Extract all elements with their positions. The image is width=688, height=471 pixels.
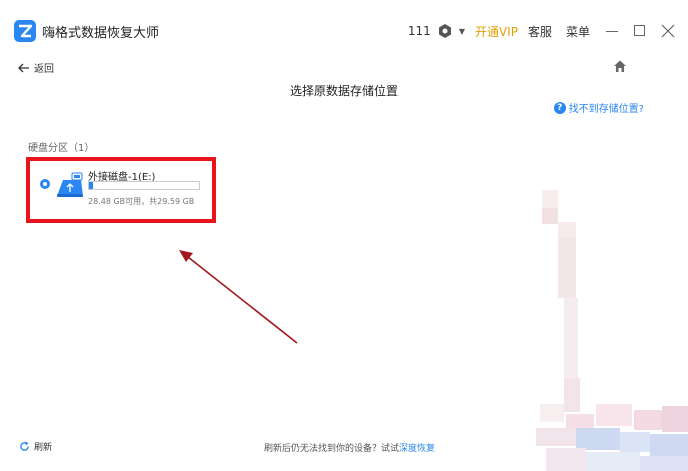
footer: 刷新 刷新后仍无法找到你的设备？试试深度恢复 [0,430,688,471]
footer-message: 刷新后仍无法找到你的设备？试试深度恢复 [264,441,435,454]
refresh-icon [20,441,29,451]
refresh-label: 刷新 [34,443,53,453]
deep-recovery-link[interactable]: 深度恢复 [399,444,435,454]
pixelated-overlay [536,182,688,471]
footer-message-text: 刷新后仍无法找到你的设备？试试 [264,444,400,454]
refresh-button[interactable]: 刷新 [19,440,52,453]
